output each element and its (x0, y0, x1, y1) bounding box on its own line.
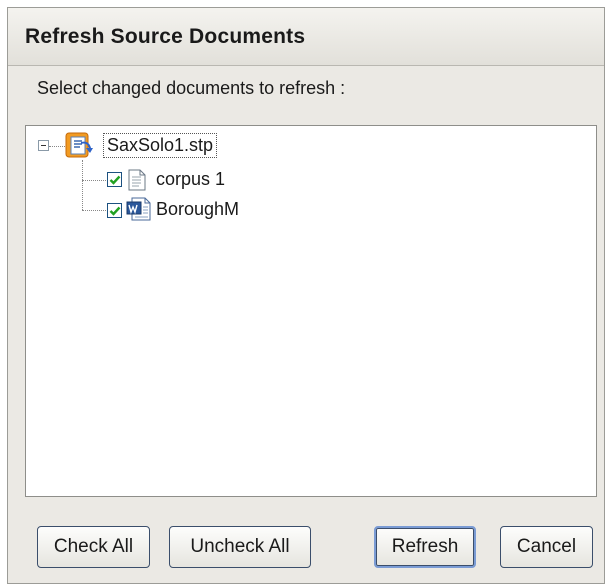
tree-item-label[interactable]: corpus 1 (156, 169, 225, 190)
text-document-icon (128, 169, 146, 191)
check-all-button[interactable]: Check All (37, 526, 150, 568)
tree-connector-line (49, 146, 65, 147)
dialog-titlebar: Refresh Source Documents (8, 8, 604, 66)
word-document-icon (126, 197, 151, 221)
stp-project-icon (65, 132, 93, 158)
tree-connector-line (82, 180, 106, 181)
check-mark-icon (109, 206, 121, 216)
corpus-1-checkbox[interactable] (107, 172, 122, 187)
check-mark-icon (109, 175, 121, 185)
tree-item-label[interactable]: BoroughM (156, 199, 239, 220)
uncheck-all-button[interactable]: Uncheck All (169, 526, 311, 568)
tree-root-label[interactable]: SaxSolo1.stp (103, 133, 218, 158)
cancel-button[interactable]: Cancel (500, 526, 593, 568)
documents-tree[interactable]: SaxSolo1.stp corpus 1 BoroughM (25, 125, 597, 497)
refresh-button[interactable]: Refresh (374, 526, 476, 568)
boroughm-checkbox[interactable] (107, 203, 122, 218)
collapse-toggle-icon[interactable] (38, 140, 49, 151)
tree-connector-line (82, 160, 83, 210)
instruction-label: Select changed documents to refresh : (37, 78, 346, 98)
dialog-title: Refresh Source Documents (25, 25, 306, 48)
tree-connector-line (82, 210, 106, 211)
refresh-source-documents-dialog: Refresh Source Documents Select changed … (7, 7, 605, 584)
